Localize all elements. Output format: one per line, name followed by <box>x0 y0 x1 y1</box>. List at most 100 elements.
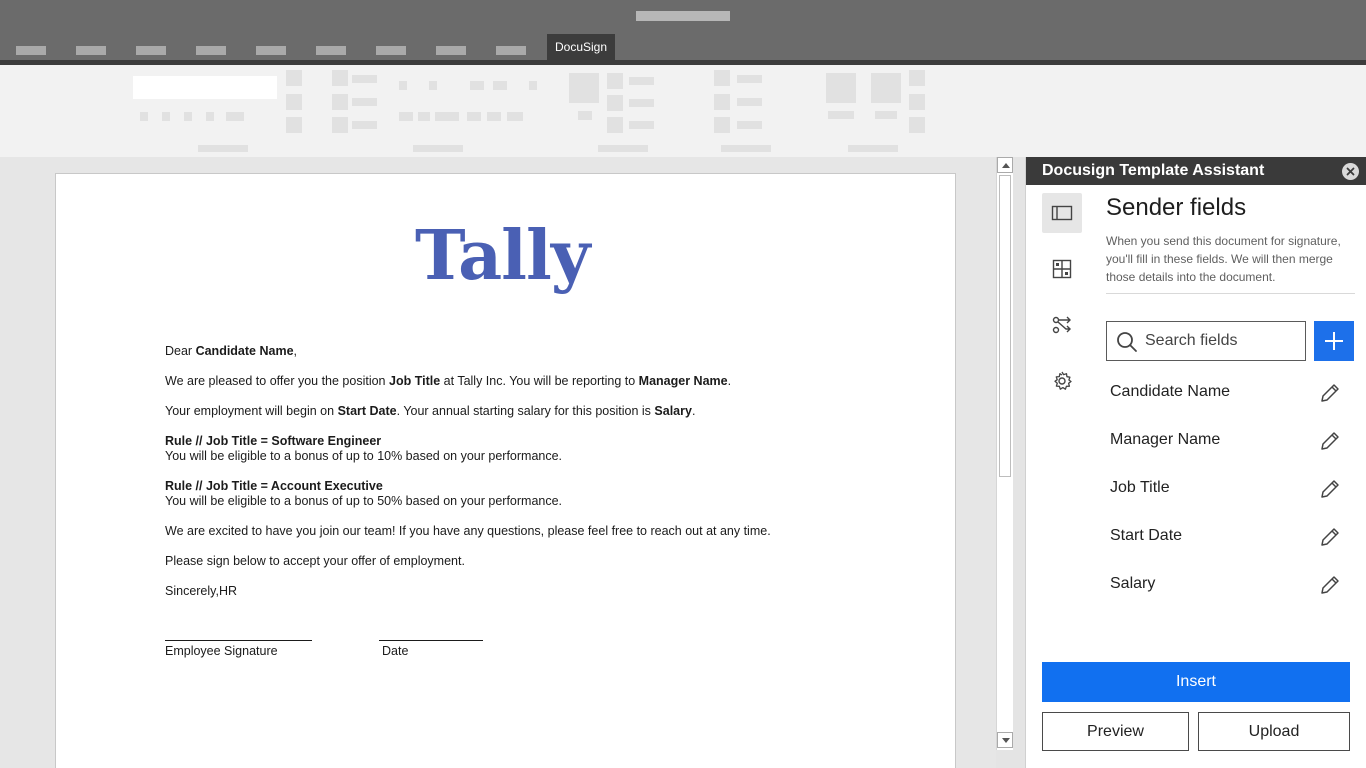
field-item-job-title[interactable]: Job Title <box>1106 469 1356 509</box>
document-canvas: Tally Dear Candidate Name, We are please… <box>0 157 996 768</box>
ribbon-large-button-placeholder[interactable] <box>871 73 901 103</box>
ribbon-button-placeholder[interactable] <box>909 70 925 86</box>
ribbon-button-placeholder[interactable] <box>429 81 437 90</box>
ribbon-button-placeholder[interactable] <box>162 112 170 121</box>
ribbon-large-button-placeholder[interactable] <box>569 73 599 103</box>
ribbon-tab-placeholder[interactable] <box>16 46 46 55</box>
ribbon-button-placeholder[interactable] <box>184 112 192 121</box>
document-scrollbar[interactable] <box>996 157 1013 750</box>
ribbon-button-placeholder[interactable] <box>909 94 925 110</box>
pencil-icon[interactable] <box>1318 477 1342 501</box>
ribbon-button-placeholder[interactable] <box>487 112 501 121</box>
date-label: Date <box>382 644 409 658</box>
ribbon-button-placeholder[interactable] <box>418 112 430 121</box>
ribbon-large-button-placeholder[interactable] <box>826 73 856 103</box>
ribbon-tab-placeholder[interactable] <box>256 46 286 55</box>
ribbon-button-placeholder[interactable] <box>140 112 148 121</box>
ribbon-button-placeholder[interactable] <box>607 73 623 89</box>
rule-account-executive: Rule // Job Title = Account Executive <box>165 479 383 494</box>
panel-header: Docusign Template Assistant <box>1026 157 1366 185</box>
tab-docusign[interactable]: DocuSign <box>547 34 615 60</box>
pencil-icon[interactable] <box>1318 525 1342 549</box>
ribbon-label-placeholder <box>352 98 377 106</box>
ribbon-button-placeholder[interactable] <box>909 117 925 133</box>
ribbon-tab-placeholder[interactable] <box>496 46 526 55</box>
ribbon-group-label-placeholder <box>198 145 248 152</box>
ribbon-button-placeholder[interactable] <box>399 112 413 121</box>
ribbon-button-placeholder[interactable] <box>226 112 244 121</box>
pencil-icon[interactable] <box>1318 381 1342 405</box>
ribbon-label-placeholder <box>629 99 654 107</box>
ribbon-tab-placeholder[interactable] <box>136 46 166 55</box>
scroll-down-button[interactable] <box>997 732 1013 748</box>
merge-field-salary: Salary <box>654 404 692 418</box>
ribbon-button-placeholder[interactable] <box>529 81 537 90</box>
field-item-salary[interactable]: Salary <box>1106 565 1356 605</box>
ribbon-button-placeholder[interactable] <box>286 94 302 110</box>
ribbon-label-placeholder <box>352 75 377 83</box>
ribbon-label-placeholder <box>875 111 897 119</box>
ribbon-button-placeholder[interactable] <box>467 112 481 121</box>
ribbon-tab-placeholder[interactable] <box>76 46 106 55</box>
ribbon-button-placeholder[interactable] <box>714 70 730 86</box>
panel-header-title: Docusign Template Assistant <box>1042 162 1265 179</box>
ribbon-button-placeholder[interactable] <box>493 81 507 90</box>
ribbon-label-placeholder <box>629 77 654 85</box>
ribbon-button-placeholder[interactable] <box>435 112 459 121</box>
close-icon <box>1346 167 1355 176</box>
close-panel-button[interactable] <box>1342 163 1359 180</box>
ribbon-tab-placeholder[interactable] <box>316 46 346 55</box>
search-icon <box>1117 332 1137 352</box>
ribbon-button-placeholder[interactable] <box>714 94 730 110</box>
pencil-icon[interactable] <box>1318 573 1342 597</box>
employment-line: Your employment will begin on Start Date… <box>165 404 696 418</box>
pencil-icon[interactable] <box>1318 429 1342 453</box>
panel-title: Sender fields <box>1106 194 1247 221</box>
scroll-up-button[interactable] <box>997 157 1013 173</box>
ribbon-group-label-placeholder <box>598 145 648 152</box>
field-item-manager-name[interactable]: Manager Name <box>1106 421 1356 461</box>
ribbon-button-placeholder[interactable] <box>607 117 623 133</box>
workflow-nav-button[interactable] <box>1042 305 1082 345</box>
ribbon-tab-placeholder[interactable] <box>196 46 226 55</box>
ribbon-button-placeholder[interactable] <box>507 112 523 121</box>
layout-nav-button[interactable] <box>1042 249 1082 289</box>
excited-line: We are excited to have you join our team… <box>165 524 771 538</box>
ribbon-group-label-placeholder <box>413 145 463 152</box>
ribbon-label-placeholder <box>578 111 592 120</box>
insert-button[interactable]: Insert <box>1042 662 1350 702</box>
search-fields-input[interactable] <box>1145 322 1303 360</box>
ribbon-label-placeholder <box>629 121 654 129</box>
ribbon-button-placeholder[interactable] <box>332 117 348 133</box>
ribbon-tab-placeholder[interactable] <box>376 46 406 55</box>
ribbon-button-placeholder[interactable] <box>399 81 407 90</box>
ribbon-button-placeholder[interactable] <box>286 70 302 86</box>
search-field-box[interactable] <box>1106 321 1306 361</box>
upload-button[interactable]: Upload <box>1198 712 1350 751</box>
arrow-down-icon <box>1002 738 1010 743</box>
merge-field-manager-name: Manager Name <box>638 374 728 388</box>
field-label: Salary <box>1110 575 1156 592</box>
ribbon-toolbar <box>0 65 1366 157</box>
add-field-button[interactable] <box>1314 321 1354 361</box>
ribbon-tab-placeholder[interactable] <box>436 46 466 55</box>
ribbon-input-placeholder[interactable] <box>133 76 277 99</box>
document-page[interactable]: Tally Dear Candidate Name, We are please… <box>55 173 956 768</box>
template-assistant-panel: Docusign Template Assistant Sender field… <box>1025 157 1366 768</box>
ribbon-button-placeholder[interactable] <box>607 95 623 111</box>
scroll-thumb[interactable] <box>999 175 1011 477</box>
ribbon-button-placeholder[interactable] <box>470 81 484 90</box>
ribbon-button-placeholder[interactable] <box>286 117 302 133</box>
ribbon-group-label-placeholder <box>848 145 898 152</box>
rule-title: Rule // Job Title = Account Executive <box>165 479 383 493</box>
sender-fields-nav-button[interactable] <box>1042 193 1082 233</box>
panel-description: When you send this document for signatur… <box>1106 234 1341 284</box>
ribbon-button-placeholder[interactable] <box>714 117 730 133</box>
ribbon-button-placeholder[interactable] <box>332 70 348 86</box>
preview-button[interactable]: Preview <box>1042 712 1189 751</box>
field-item-candidate-name[interactable]: Candidate Name <box>1106 373 1356 413</box>
settings-nav-button[interactable] <box>1042 361 1082 401</box>
ribbon-button-placeholder[interactable] <box>332 94 348 110</box>
field-item-start-date[interactable]: Start Date <box>1106 517 1356 557</box>
ribbon-button-placeholder[interactable] <box>206 112 214 121</box>
